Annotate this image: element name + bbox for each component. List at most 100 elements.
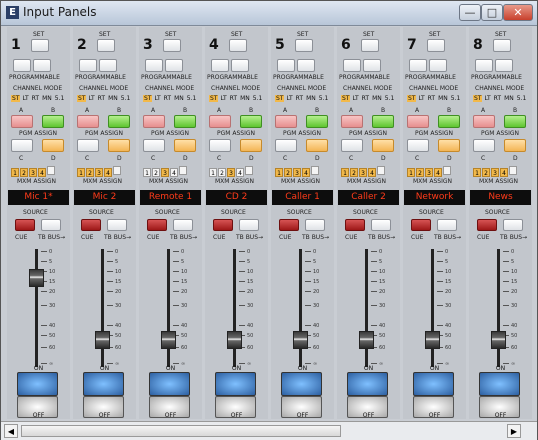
mxm-option[interactable]: 1 [11,168,19,177]
fader-knob[interactable] [95,331,110,349]
mxm-option[interactable]: 1 [77,168,85,177]
pgm-b-button[interactable] [438,115,460,128]
mxm-selector[interactable]: 1234 [341,166,386,177]
mxm-option[interactable]: 2 [20,168,28,177]
channel-mode-option[interactable]: 5.1 [516,95,528,102]
pgm-c-button[interactable] [407,139,429,152]
mxm-option[interactable]: 3 [293,168,301,177]
mxm-selector[interactable]: 1234 [209,166,254,177]
mxm-selector[interactable]: 1234 [143,166,188,177]
pgm-d-button[interactable] [108,139,130,152]
tb-bus-button[interactable] [503,219,523,231]
mxm-option[interactable]: 3 [425,168,433,177]
cue-button[interactable] [411,219,431,231]
source-display[interactable]: Caller 2 [338,190,399,205]
pgm-b-button[interactable] [174,115,196,128]
maximize-button[interactable]: □ [481,4,503,21]
pgm-a-button[interactable] [473,115,495,128]
fader-knob[interactable] [227,331,242,349]
source-display[interactable]: Remote 1 [140,190,201,205]
fader-knob[interactable] [425,331,440,349]
pgm-d-button[interactable] [438,139,460,152]
on-button[interactable] [83,372,124,396]
channel-mode-option[interactable]: 5.1 [54,95,66,102]
channel-mode-option[interactable]: LT [483,95,491,102]
source-display[interactable]: Mic 1* [8,190,69,205]
programmable-button-1[interactable] [277,59,295,72]
on-button[interactable] [215,372,256,396]
channel-mode-option[interactable]: ST [407,95,417,102]
pgm-a-button[interactable] [11,115,33,128]
pgm-b-button[interactable] [42,115,64,128]
channel-mode-option[interactable]: MN [239,95,251,102]
fader-knob[interactable] [491,331,506,349]
programmable-button-2[interactable] [363,59,381,72]
channel-mode-option[interactable]: MN [503,95,515,102]
set-button[interactable] [163,39,181,52]
cue-button[interactable] [15,219,35,231]
channel-mode-option[interactable]: RT [97,95,106,102]
horizontal-scrollbar[interactable]: ◀ ▶ [1,421,537,440]
channel-mode-option[interactable]: RT [427,95,436,102]
mxm-option[interactable]: 2 [482,168,490,177]
pgm-a-button[interactable] [275,115,297,128]
channel-mode-option[interactable]: MN [371,95,383,102]
fader-knob[interactable] [359,331,374,349]
channel-mode-option[interactable]: 5.1 [252,95,264,102]
mxm-blank-option[interactable] [245,166,253,175]
mxm-option[interactable]: 3 [29,168,37,177]
programmable-button-2[interactable] [429,59,447,72]
channel-mode-option[interactable]: 5.1 [186,95,198,102]
channel-mode-selector[interactable]: ST LT RT MN 5.1 [209,95,264,102]
pgm-a-button[interactable] [407,115,429,128]
programmable-button-2[interactable] [99,59,117,72]
mxm-option[interactable]: 4 [170,168,178,177]
cue-button[interactable] [147,219,167,231]
pgm-c-button[interactable] [143,139,165,152]
mxm-option[interactable]: 4 [500,168,508,177]
on-button[interactable] [413,372,454,396]
channel-mode-selector[interactable]: ST LT RT MN 5.1 [473,95,528,102]
mxm-option[interactable]: 2 [152,168,160,177]
on-button[interactable] [347,372,388,396]
pgm-c-button[interactable] [341,139,363,152]
pgm-c-button[interactable] [11,139,33,152]
source-display[interactable]: Network [404,190,465,205]
fader-knob[interactable] [293,331,308,349]
tb-bus-button[interactable] [41,219,61,231]
channel-mode-selector[interactable]: ST LT RT MN 5.1 [341,95,396,102]
set-button[interactable] [361,39,379,52]
mxm-option[interactable]: 1 [407,168,415,177]
source-display[interactable]: Mic 2 [74,190,135,205]
mxm-blank-option[interactable] [509,166,517,175]
channel-mode-option[interactable]: LT [21,95,29,102]
mxm-option[interactable]: 1 [473,168,481,177]
pgm-d-button[interactable] [42,139,64,152]
pgm-b-button[interactable] [240,115,262,128]
channel-mode-selector[interactable]: ST LT RT MN 5.1 [275,95,330,102]
channel-mode-selector[interactable]: ST LT RT MN 5.1 [407,95,462,102]
channel-mode-option[interactable]: LT [351,95,359,102]
tb-bus-button[interactable] [305,219,325,231]
mxm-option[interactable]: 3 [491,168,499,177]
channel-mode-option[interactable]: LT [417,95,425,102]
on-button[interactable] [149,372,190,396]
pgm-b-button[interactable] [306,115,328,128]
mxm-option[interactable]: 2 [86,168,94,177]
source-display[interactable]: CD 2 [206,190,267,205]
mxm-blank-option[interactable] [443,166,451,175]
channel-mode-option[interactable]: MN [173,95,185,102]
channel-mode-option[interactable]: ST [209,95,219,102]
pgm-d-button[interactable] [306,139,328,152]
fader-knob[interactable] [161,331,176,349]
fader-knob[interactable] [29,269,44,287]
channel-mode-selector[interactable]: ST LT RT MN 5.1 [77,95,132,102]
mxm-blank-option[interactable] [311,166,319,175]
pgm-a-button[interactable] [143,115,165,128]
programmable-button-1[interactable] [409,59,427,72]
cue-button[interactable] [213,219,233,231]
mxm-blank-option[interactable] [377,166,385,175]
cue-button[interactable] [279,219,299,231]
on-button[interactable] [281,372,322,396]
channel-mode-option[interactable]: 5.1 [384,95,396,102]
